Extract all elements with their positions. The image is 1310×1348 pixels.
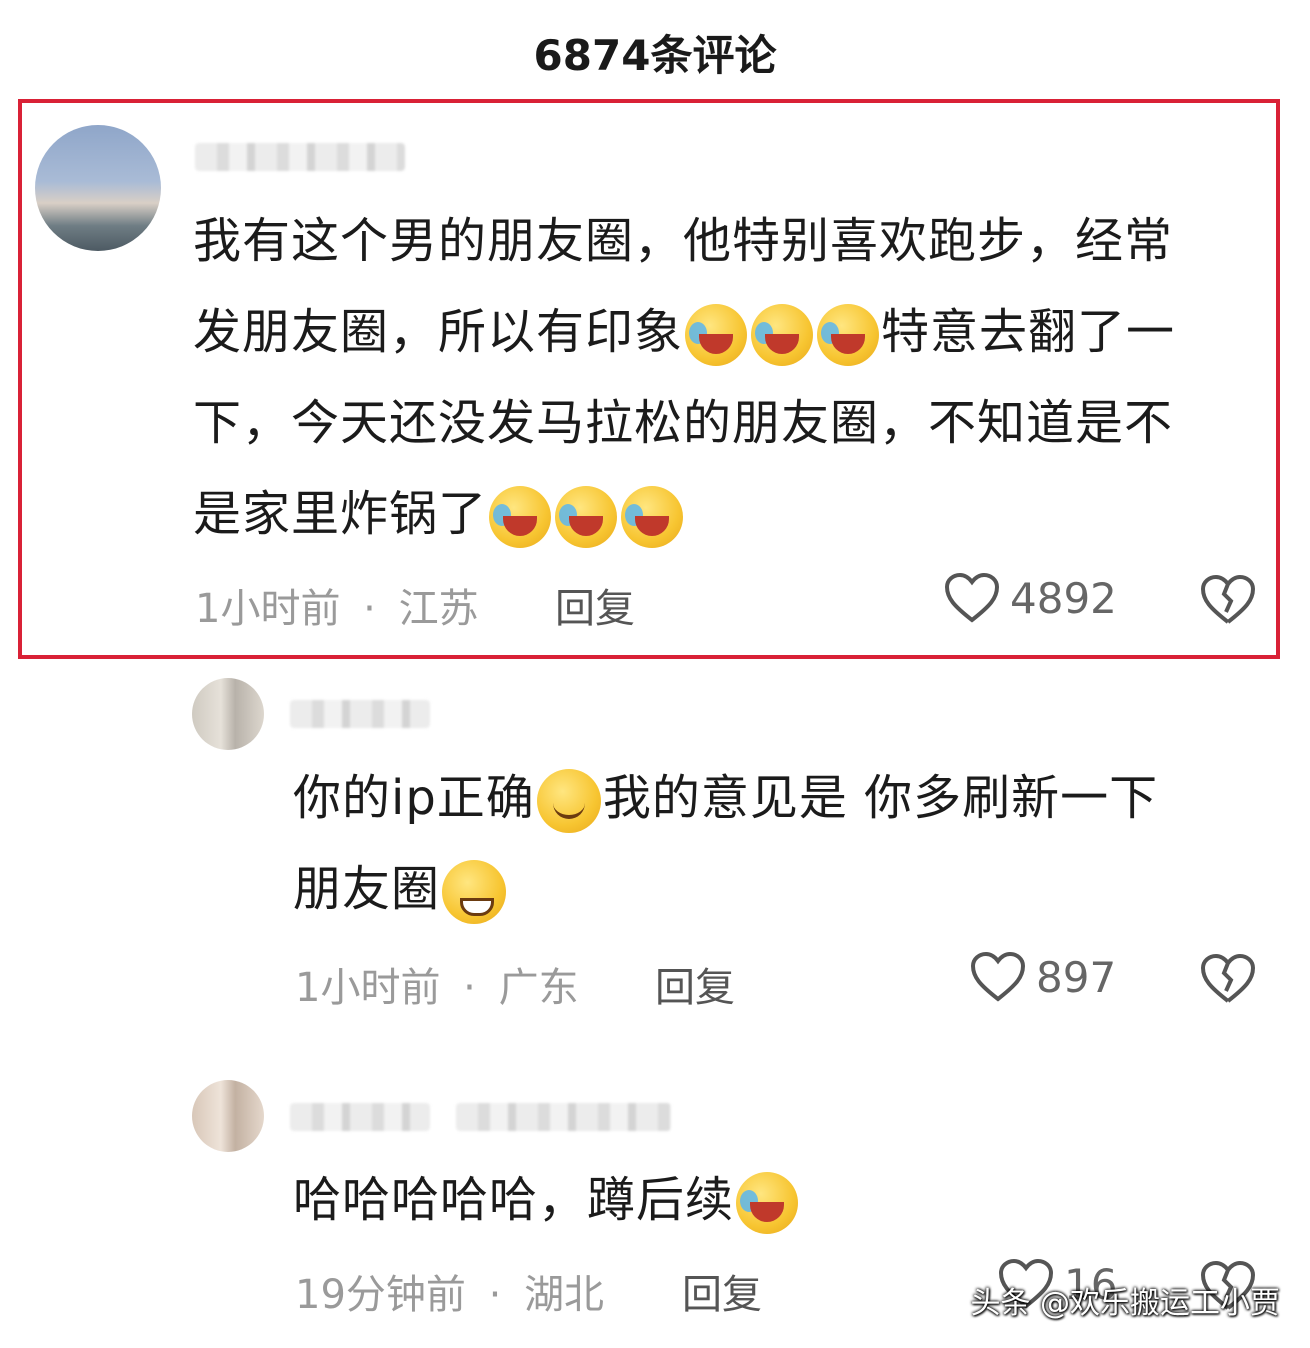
broken-heart-icon[interactable] — [1200, 574, 1256, 626]
heart-icon — [944, 572, 1000, 623]
like-count: 4892 — [1010, 573, 1117, 623]
separator: · — [363, 586, 376, 632]
laugh-cry-emoji-icon — [489, 486, 552, 548]
laugh-cry-emoji-icon — [555, 486, 618, 548]
ip-region: 湖北 — [524, 1272, 605, 1318]
comment-count-title: 6874条评论 — [533, 31, 777, 80]
timestamp: 1小时前 — [295, 965, 441, 1011]
reply-button[interactable]: 回复 — [682, 1262, 762, 1320]
timestamp: 1小时前 — [195, 586, 341, 632]
ip-region: 江苏 — [398, 586, 479, 632]
username-blurred[interactable] — [290, 700, 430, 728]
grin-emoji-icon — [442, 860, 507, 924]
like-button[interactable]: 4892 — [944, 572, 1117, 624]
like-button[interactable]: 897 — [970, 951, 1116, 1003]
separator: · — [463, 965, 476, 1011]
avatar[interactable] — [35, 125, 161, 251]
comment-text: 你的ip正确 我的意见是 你多刷新一下 朋友圈 — [293, 753, 1253, 935]
laugh-cry-emoji-icon — [751, 304, 814, 366]
ip-region: 广东 — [498, 965, 579, 1011]
comment-meta: 19分钟前 · 湖北 — [295, 1262, 604, 1320]
reply-button[interactable]: 回复 — [555, 576, 635, 634]
comment-text: 哈哈哈哈哈，蹲后续 — [293, 1155, 1253, 1246]
username-blurred[interactable] — [290, 1103, 430, 1131]
username-blurred[interactable] — [195, 143, 405, 171]
avatar[interactable] — [192, 1080, 264, 1152]
avatar[interactable] — [192, 678, 264, 750]
laugh-cry-emoji-icon — [817, 304, 880, 366]
broken-heart-icon[interactable] — [1200, 953, 1256, 1005]
timestamp: 19分钟前 — [295, 1272, 466, 1318]
watermark: 头条 @欢乐搬运工小贾 — [970, 1286, 1280, 1321]
reply-target-blurred — [456, 1103, 671, 1131]
comment-text: 我有这个男的朋友圈，他特别喜欢跑步，经常 发朋友圈，所以有印象 特意去翻了一 下，… — [193, 196, 1263, 560]
laugh-cry-emoji-icon — [621, 486, 684, 548]
laugh-cry-emoji-icon — [736, 1172, 799, 1234]
comment-meta: 1小时前 · 江苏 — [195, 576, 479, 634]
laugh-cry-emoji-icon — [685, 304, 748, 366]
reply-button[interactable]: 回复 — [655, 955, 735, 1013]
comment-meta: 1小时前 · 广东 — [295, 955, 579, 1013]
like-count: 897 — [1036, 952, 1117, 1002]
separator: · — [488, 1272, 502, 1318]
smile-emoji-icon — [536, 769, 601, 833]
heart-icon — [970, 951, 1026, 1002]
